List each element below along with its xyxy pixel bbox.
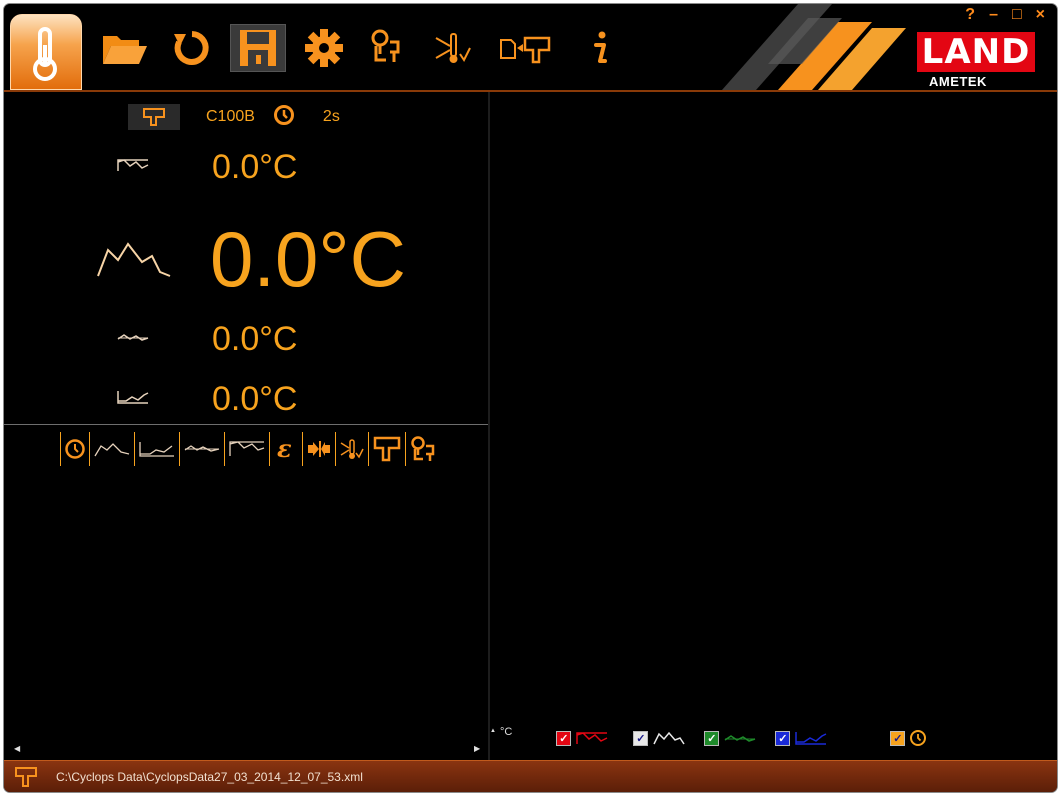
instrument-info-row: C100B 2s: [128, 104, 340, 130]
col-compensation-icon[interactable]: [302, 432, 335, 466]
open-folder-icon[interactable]: [100, 26, 150, 70]
probe-config-icon[interactable]: [364, 26, 408, 70]
window-controls: ? – □ ×: [965, 6, 1045, 24]
average-reading: 0.0°C: [116, 316, 297, 362]
col-time-icon[interactable]: [60, 432, 89, 466]
col-alarm-icon[interactable]: [335, 432, 368, 466]
minimize-button[interactable]: –: [989, 6, 998, 24]
legend-average-checkbox[interactable]: ✓: [704, 730, 720, 746]
status-bar: C:\Cyclops Data\CyclopsData27_03_2014_12…: [4, 760, 1057, 792]
toolbar: ? – □ × LAND AMETEK: [4, 4, 1057, 92]
live-icon: [96, 232, 176, 287]
svg-text:ε: ε: [277, 436, 292, 462]
interval-clock-icon: [273, 104, 295, 131]
legend-time-icon: [910, 730, 927, 746]
col-valley-icon[interactable]: [134, 432, 179, 466]
ametek-logo: AMETEK: [929, 74, 987, 89]
legend-valley-icon: [795, 732, 827, 745]
legend-average[interactable]: ✓: [704, 730, 757, 746]
legend-time-checkbox[interactable]: ✓: [890, 730, 906, 746]
legend-peak[interactable]: ✓: [556, 730, 609, 746]
readings-panel: C100B 2s 0.0°C 0.0°C 0.0°C 0.0°C ε ◀ ▶ ▲: [4, 92, 496, 760]
chart-unit-label: °C: [500, 726, 513, 738]
instrument-model: C100B: [206, 108, 255, 125]
scroll-left-arrow[interactable]: ◀: [14, 744, 20, 753]
average-icon: [116, 329, 152, 350]
settings-gear-icon[interactable]: [302, 26, 346, 70]
legend-time[interactable]: ✓: [890, 729, 927, 747]
legend-peak-checkbox[interactable]: ✓: [556, 730, 572, 746]
valley-value: 0.0°C: [212, 379, 298, 418]
status-file-path: C:\Cyclops Data\CyclopsData27_03_2014_12…: [56, 770, 363, 784]
land-logo: LAND: [917, 32, 1035, 72]
col-live-icon[interactable]: [89, 432, 134, 466]
legend-valley[interactable]: ✓: [775, 730, 828, 746]
average-value: 0.0°C: [212, 319, 298, 358]
col-probe-icon[interactable]: [405, 432, 440, 466]
peak-reading: 0.0°C: [116, 144, 297, 190]
scroll-right-arrow[interactable]: ▶: [474, 744, 480, 753]
land-logo-text: LAND: [921, 32, 1031, 72]
app-window: ? – □ × LAND AMETEK C100B 2s 0.0°C 0.0°C…: [4, 4, 1057, 792]
thermometer-app-icon[interactable]: [10, 14, 82, 90]
close-button[interactable]: ×: [1036, 6, 1045, 24]
info-icon[interactable]: [584, 26, 614, 70]
live-value: 0.0°C: [210, 214, 406, 303]
col-peak-icon[interactable]: [224, 432, 269, 466]
live-reading: 0.0°C: [96, 204, 406, 314]
legend-average-icon: [724, 735, 756, 742]
col-average-icon[interactable]: [179, 432, 224, 466]
decorative-stripes: [722, 4, 906, 90]
log-column-headers: ε: [60, 432, 440, 466]
panel-divider: [4, 424, 488, 425]
legend-live-checkbox[interactable]: ✓: [633, 730, 649, 746]
valley-reading: 0.0°C: [116, 376, 297, 422]
legend-valley-checkbox[interactable]: ✓: [775, 730, 791, 746]
help-button[interactable]: ?: [965, 6, 975, 24]
pyrometer-gun-icon[interactable]: [128, 104, 180, 130]
status-instrument-icon: [14, 766, 38, 788]
col-emissivity-icon[interactable]: ε: [269, 432, 302, 466]
legend-live[interactable]: ✓: [633, 730, 686, 746]
legend-live-icon: [653, 731, 685, 745]
chart-legend: °C ✓ ✓ ✓ ✓ ✓: [500, 726, 927, 750]
legend-peak-icon: [576, 732, 608, 744]
save-icon[interactable]: [230, 24, 286, 72]
peak-icon: [116, 157, 152, 178]
instrument-connect-icon[interactable]: [498, 26, 554, 70]
interval-value: 2s: [322, 108, 340, 125]
refresh-icon[interactable]: [170, 26, 214, 70]
col-instrument-icon[interactable]: [368, 432, 405, 466]
maximize-button[interactable]: □: [1012, 6, 1022, 24]
temperature-alarm-icon[interactable]: [432, 26, 476, 70]
trend-chart-area[interactable]: °C ✓ ✓ ✓ ✓ ✓: [490, 92, 1057, 760]
valley-icon: [116, 389, 152, 410]
peak-value: 0.0°C: [212, 147, 298, 186]
